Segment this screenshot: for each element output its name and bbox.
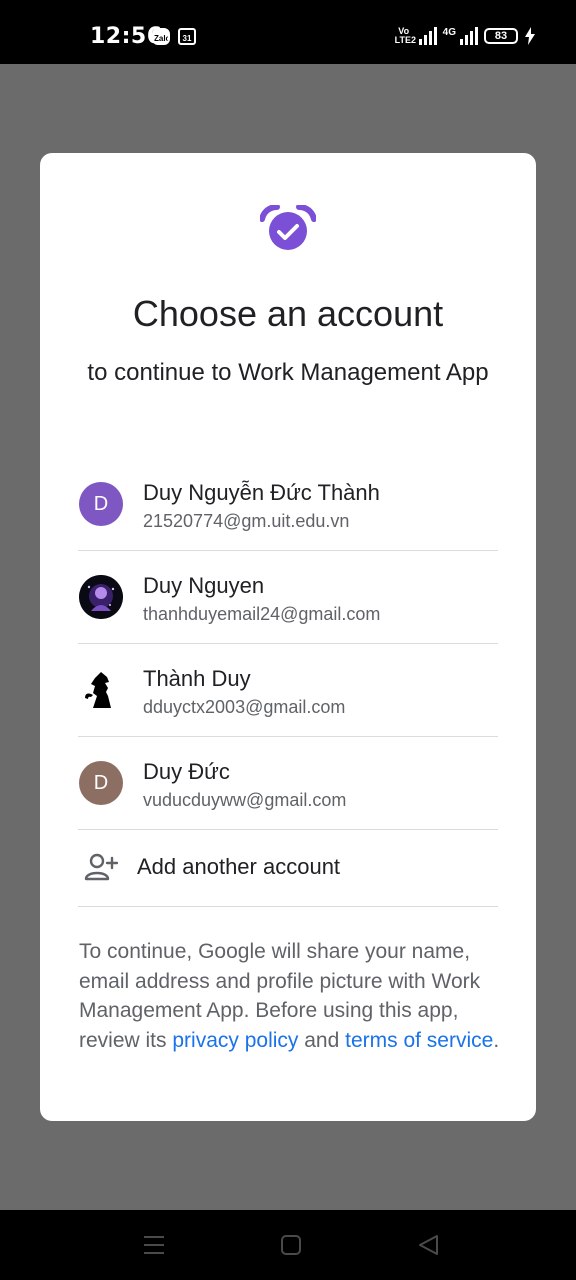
privacy-policy-link[interactable]: privacy policy [172, 1029, 298, 1052]
battery-icon: 83 [484, 28, 518, 44]
account-email: dduyctx2003@gmail.com [143, 697, 346, 717]
signal-strength-icon-2 [460, 27, 478, 45]
status-bar: 12:56 Zalo 31 Vo LTE2 4G 83 [0, 0, 576, 64]
account-list: D Duy Nguyễn Đức Thành 21520774@gm.uit.e… [78, 458, 498, 907]
account-chooser-dialog: Choose an account to continue to Work Ma… [40, 153, 536, 1121]
dialog-title: Choose an account [132, 293, 444, 334]
account-email: thanhduyemail24@gmail.com [143, 604, 381, 624]
avatar [79, 668, 123, 712]
profile-photo-icon [79, 575, 123, 619]
add-account-label: Add another account [137, 854, 341, 879]
avatar [79, 575, 123, 619]
signal-strength-icon [418, 27, 437, 45]
notification-icons: Zalo 31 [152, 28, 196, 45]
add-another-account-button[interactable]: Add another account [78, 830, 498, 907]
account-name: Thành Duy [143, 666, 251, 691]
app-logo-icon [260, 205, 316, 250]
zalo-icon: Zalo [152, 28, 170, 45]
avatar: D [79, 482, 123, 526]
account-row[interactable]: D Duy Đức vuducduyww@gmail.com [78, 737, 498, 830]
account-row[interactable]: Duy Nguyen thanhduyemail24@gmail.com [78, 551, 498, 644]
account-name: Duy Đức [143, 759, 230, 784]
home-icon[interactable] [279, 1234, 303, 1256]
charging-icon [525, 27, 535, 45]
account-email: vuducduyww@gmail.com [143, 790, 347, 810]
avatar: D [79, 761, 123, 805]
menu-icon[interactable] [142, 1234, 166, 1256]
account-row[interactable]: D Duy Nguyễn Đức Thành 21520774@gm.uit.e… [78, 458, 498, 551]
account-row[interactable]: Thành Duy dduyctx2003@gmail.com [78, 644, 498, 737]
account-name: Duy Nguyễn Đức Thành [143, 480, 380, 505]
disclaimer-text: To continue, Google will share your name… [79, 937, 501, 1055]
disclaimer-end: . [493, 1028, 500, 1052]
terms-of-service-link[interactable]: terms of service [345, 1029, 493, 1052]
calendar-icon: 31 [178, 28, 196, 45]
add-person-icon [84, 853, 118, 881]
volte-indicator: Vo LTE2 [394, 26, 416, 45]
detective-silhouette-icon [85, 672, 111, 708]
system-icons: Vo LTE2 4G 83 [395, 27, 536, 45]
dialog-subtitle: to continue to Work Management App [87, 359, 489, 386]
disclaimer-and: and [298, 1028, 346, 1052]
account-name: Duy Nguyen [143, 573, 265, 598]
back-icon[interactable] [417, 1234, 441, 1256]
network-type: 4G [442, 27, 456, 38]
account-email: 21520774@gm.uit.edu.vn [143, 511, 350, 531]
navigation-bar [0, 1210, 576, 1280]
